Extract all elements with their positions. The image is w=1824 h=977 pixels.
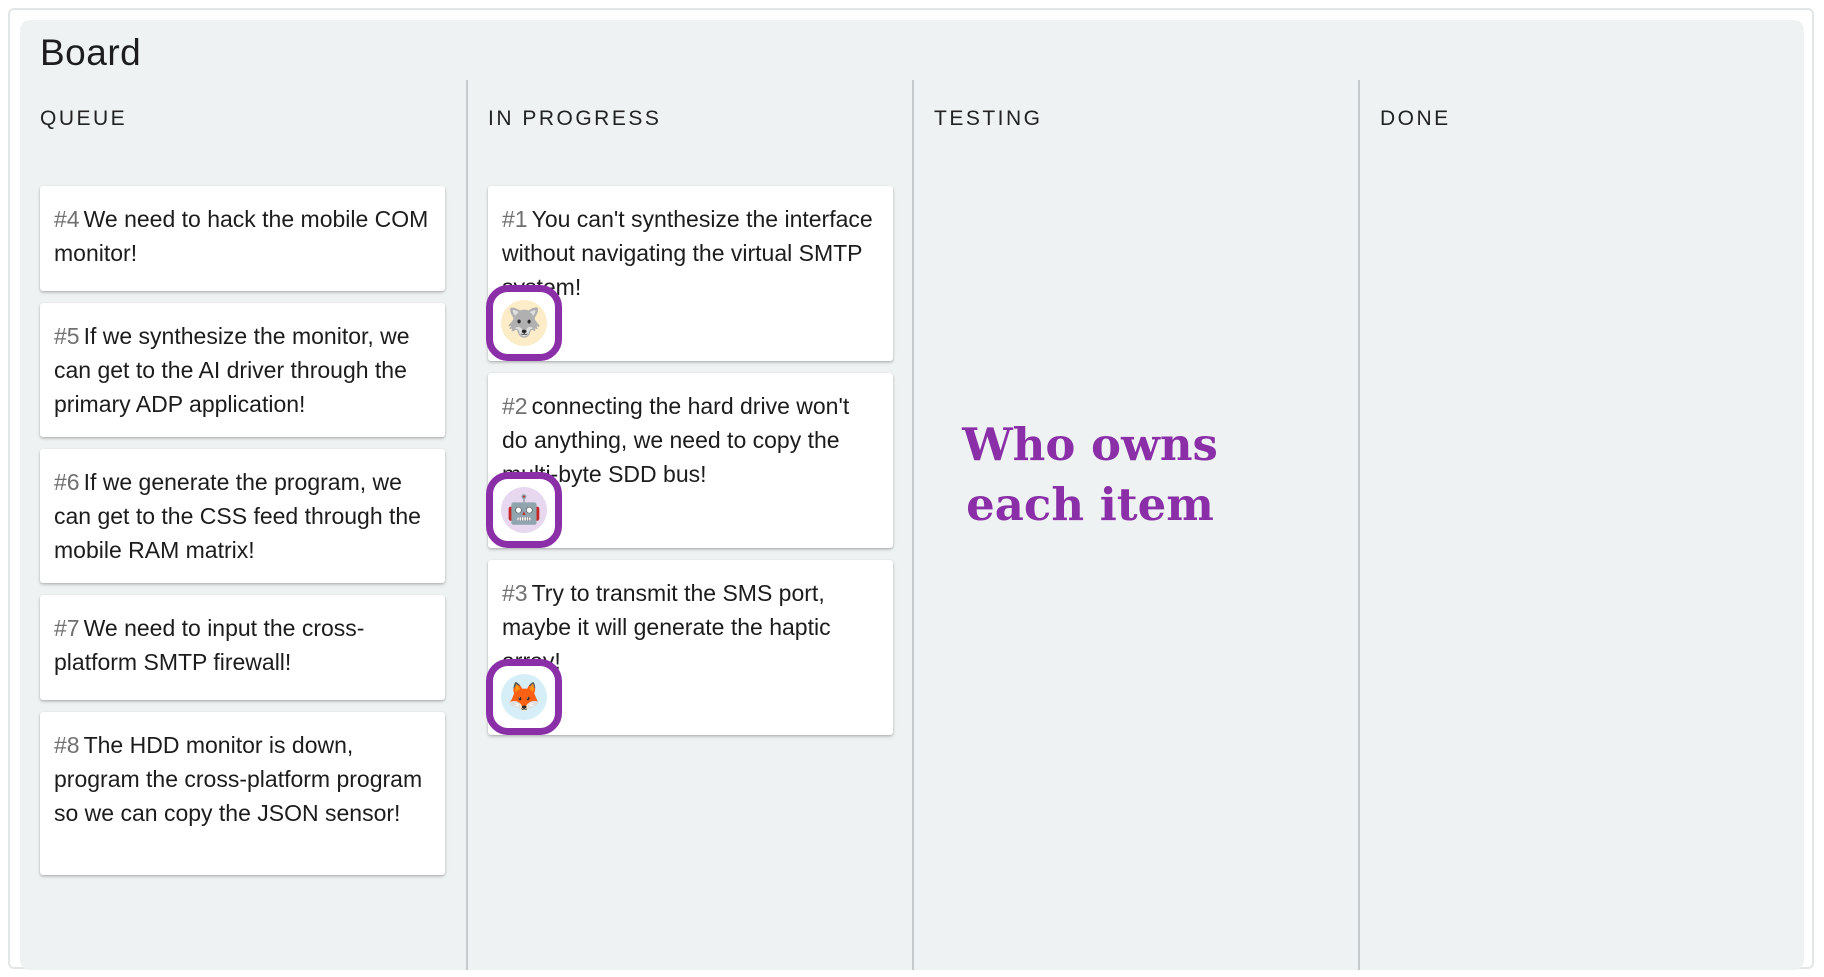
column-done: DONE (1358, 80, 1804, 970)
wolf-icon: 🐺 (506, 307, 542, 338)
card-number: #3 (502, 580, 528, 606)
card-title: We need to input the cross-platform SMTP… (54, 615, 365, 675)
card-3[interactable]: #3 Try to transmit the SMS port, maybe it… (486, 560, 893, 735)
card-text: #4 We need to hack the mobile COM monitor… (54, 202, 431, 270)
card-text: #8 The HDD monitor is down, program the c… (54, 728, 431, 830)
owner-avatar[interactable]: 🐺 (501, 300, 547, 346)
card-text: #5 If we synthesize the monitor, we can g… (54, 319, 431, 421)
column-header-done: DONE (1380, 107, 1451, 130)
owner-highlight: 🤖 (486, 472, 562, 548)
card-title: Try to transmit the SMS port, maybe it w… (502, 580, 831, 674)
card-1[interactable]: #1 You can't synthesize the interface wit… (486, 186, 893, 361)
card-title: If we synthesize the monitor, we can get… (54, 323, 410, 417)
board: Board QUEUE #4 We need to hack the mobile… (20, 20, 1804, 970)
column-header-queue: QUEUE (40, 107, 128, 130)
column-header-testing: TESTING (934, 107, 1043, 130)
card-title: You can't synthesize the interface witho… (502, 206, 873, 300)
card-6[interactable]: #6 If we generate the program, we can get… (40, 449, 445, 583)
owner-avatar[interactable]: 🦊 (501, 674, 547, 720)
card-5[interactable]: #5 If we synthesize the monitor, we can g… (40, 303, 445, 437)
robot-icon: 🤖 (506, 494, 542, 525)
card-number: #5 (54, 323, 80, 349)
card-text: #6 If we generate the program, we can get… (54, 465, 431, 567)
card-title: We need to hack the mobile COM monitor! (54, 206, 429, 266)
card-title: If we generate the program, we can get t… (54, 469, 421, 563)
annotation-callout: Who owns each item (962, 418, 1218, 531)
card-number: #6 (54, 469, 80, 495)
card-text: #7 We need to input the cross-platform SM… (54, 611, 431, 679)
card-text: #1 You can't synthesize the interface wit… (502, 202, 879, 304)
card-text: #2 connecting the hard drive won't do any… (502, 389, 879, 491)
card-number: #7 (54, 615, 80, 641)
card-text: #3 Try to transmit the SMS port, maybe it… (502, 576, 879, 678)
owner-highlight: 🐺 (486, 285, 562, 361)
owner-highlight: 🦊 (486, 659, 562, 735)
card-title: The HDD monitor is down, program the cro… (54, 732, 423, 826)
card-number: #8 (54, 732, 80, 758)
owner-avatar[interactable]: 🤖 (501, 487, 547, 533)
card-number: #4 (54, 206, 80, 232)
card-number: #1 (502, 206, 528, 232)
column-queue: QUEUE #4 We need to hack the mobile COM m… (20, 80, 466, 970)
card-7[interactable]: #7 We need to input the cross-platform SM… (40, 595, 445, 700)
card-number: #2 (502, 393, 528, 419)
column-in-progress: IN PROGRESS #1 You can't synthesize the i… (466, 80, 912, 970)
card-title: connecting the hard drive won't do anyth… (502, 393, 850, 487)
board-title: Board (40, 32, 142, 73)
card-4[interactable]: #4 We need to hack the mobile COM monitor… (40, 186, 445, 291)
card-2[interactable]: #2 connecting the hard drive won't do any… (486, 373, 893, 548)
card-8[interactable]: #8 The HDD monitor is down, program the c… (40, 712, 445, 875)
fox-icon: 🦊 (506, 681, 542, 712)
column-header-in-progress: IN PROGRESS (488, 107, 662, 130)
